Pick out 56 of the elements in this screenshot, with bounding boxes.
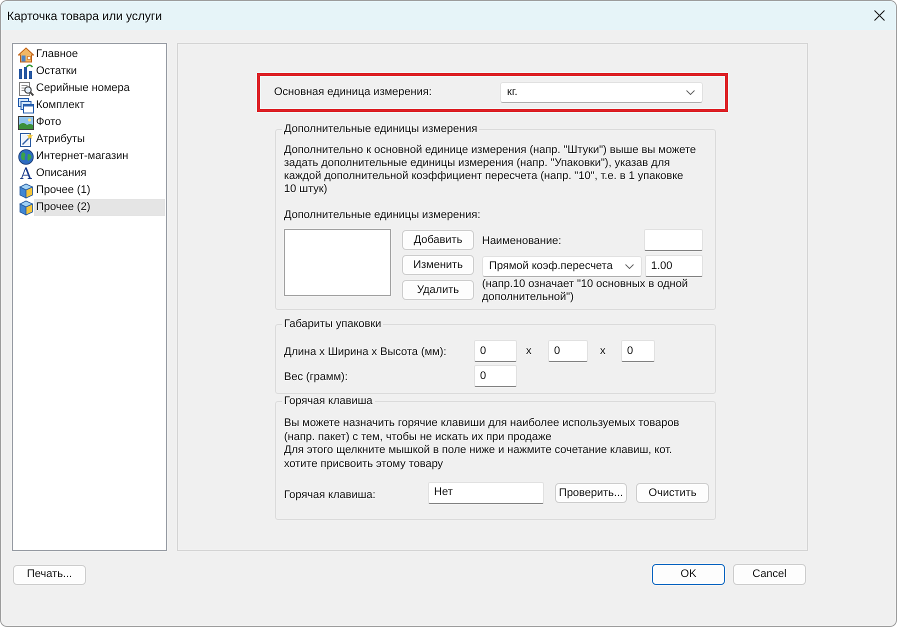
- sidebar-item[interactable]: Остатки: [34, 63, 165, 80]
- dimension-field[interactable]: 0: [474, 340, 517, 362]
- field-label: Наименование:: [482, 234, 562, 247]
- close-icon[interactable]: [874, 10, 885, 21]
- letter-icon: A: [18, 166, 34, 182]
- cube-icon: [18, 182, 34, 198]
- chevron-down-icon: [625, 264, 634, 269]
- dimension-field[interactable]: 0: [548, 340, 588, 362]
- sidebar-item[interactable]: Серийные номера: [34, 80, 165, 97]
- field-label: Горячая клавиша:: [284, 488, 377, 500]
- windows-icon: [18, 98, 34, 114]
- sidebar-item[interactable]: Атрибуты: [34, 131, 165, 148]
- picture-icon: [18, 114, 34, 130]
- button[interactable]: Удалить: [402, 280, 474, 300]
- ratio-field[interactable]: 1.00: [645, 255, 703, 277]
- sidebar-item[interactable]: Описания: [34, 165, 165, 182]
- field-label: Основная единица измерения:: [274, 87, 433, 98]
- name-field[interactable]: [644, 229, 703, 251]
- button[interactable]: Проверить...: [555, 483, 627, 503]
- list-label: Дополнительные единицы измерения:: [284, 209, 482, 222]
- units-list[interactable]: [284, 229, 391, 296]
- sidebar-item[interactable]: Фото: [34, 114, 165, 131]
- sidebar-item[interactable]: Комплект: [34, 97, 165, 114]
- button[interactable]: OK: [652, 564, 725, 585]
- instruction-text: Вы можете назначить горячие клавиши для наиболее используемых товаров (напр. пакет) с тем, чтобы не искать их при продаже: [284, 417, 680, 444]
- chevron-down-icon: [686, 90, 695, 95]
- button[interactable]: Добавить: [402, 230, 474, 250]
- globe-icon: [18, 148, 34, 164]
- unit-dropdown[interactable]: кг.: [500, 82, 703, 103]
- button[interactable]: Cancel: [733, 564, 806, 585]
- sidebar-item[interactable]: Главное: [34, 46, 165, 63]
- hotkey-field[interactable]: Нет: [428, 482, 544, 504]
- dimension-field[interactable]: 0: [621, 340, 655, 362]
- field-label: Длина х Ширина х Высота (мм):: [284, 344, 448, 358]
- weight-field[interactable]: 0: [474, 365, 517, 387]
- times-sign: x: [600, 346, 606, 356]
- description-text: Дополнительно к основной единице измерения (напр. "Штуки") выше вы можете задать дополнительные единицы измерения (напр. "Упаковки"), указав для каждой дополнительной коэффициент пересчета (напр. "10", т.е. в 1 упаковке 10 штук): [284, 144, 698, 196]
- field-label: Вес (грамм):: [284, 370, 349, 382]
- group-title: Дополнительные единицы измерения: [282, 122, 480, 136]
- document-search-icon: [18, 80, 34, 96]
- sidebar-item[interactable]: Прочее (1): [34, 182, 165, 199]
- bar-chart-icon: [18, 64, 34, 80]
- ratio-type-dropdown[interactable]: Прямой коэф.пересчета: [482, 256, 642, 277]
- group-title: Горячая клавиша: [282, 394, 375, 408]
- button[interactable]: Изменить: [402, 255, 474, 275]
- button[interactable]: Печать...: [13, 564, 86, 584]
- button[interactable]: Очистить: [636, 483, 709, 503]
- window-title: Карточка товара или услуги: [7, 8, 162, 24]
- sidebar-item[interactable]: Интернет-магазин: [34, 148, 165, 165]
- sidebar-item[interactable]: Прочее (2): [34, 199, 165, 216]
- group-title: Габариты упаковки: [282, 317, 384, 331]
- hint-text: (напр.10 означает "10 основных в одной дополнительной"): [482, 278, 689, 304]
- house-icon: [18, 46, 34, 62]
- instruction-text: Для этого щелкните мышкой в поле ниже и нажмите сочетание клавиш, кот. хотите присвоить этому товару: [284, 444, 674, 471]
- times-sign: x: [526, 346, 532, 356]
- cube-icon: [18, 200, 34, 216]
